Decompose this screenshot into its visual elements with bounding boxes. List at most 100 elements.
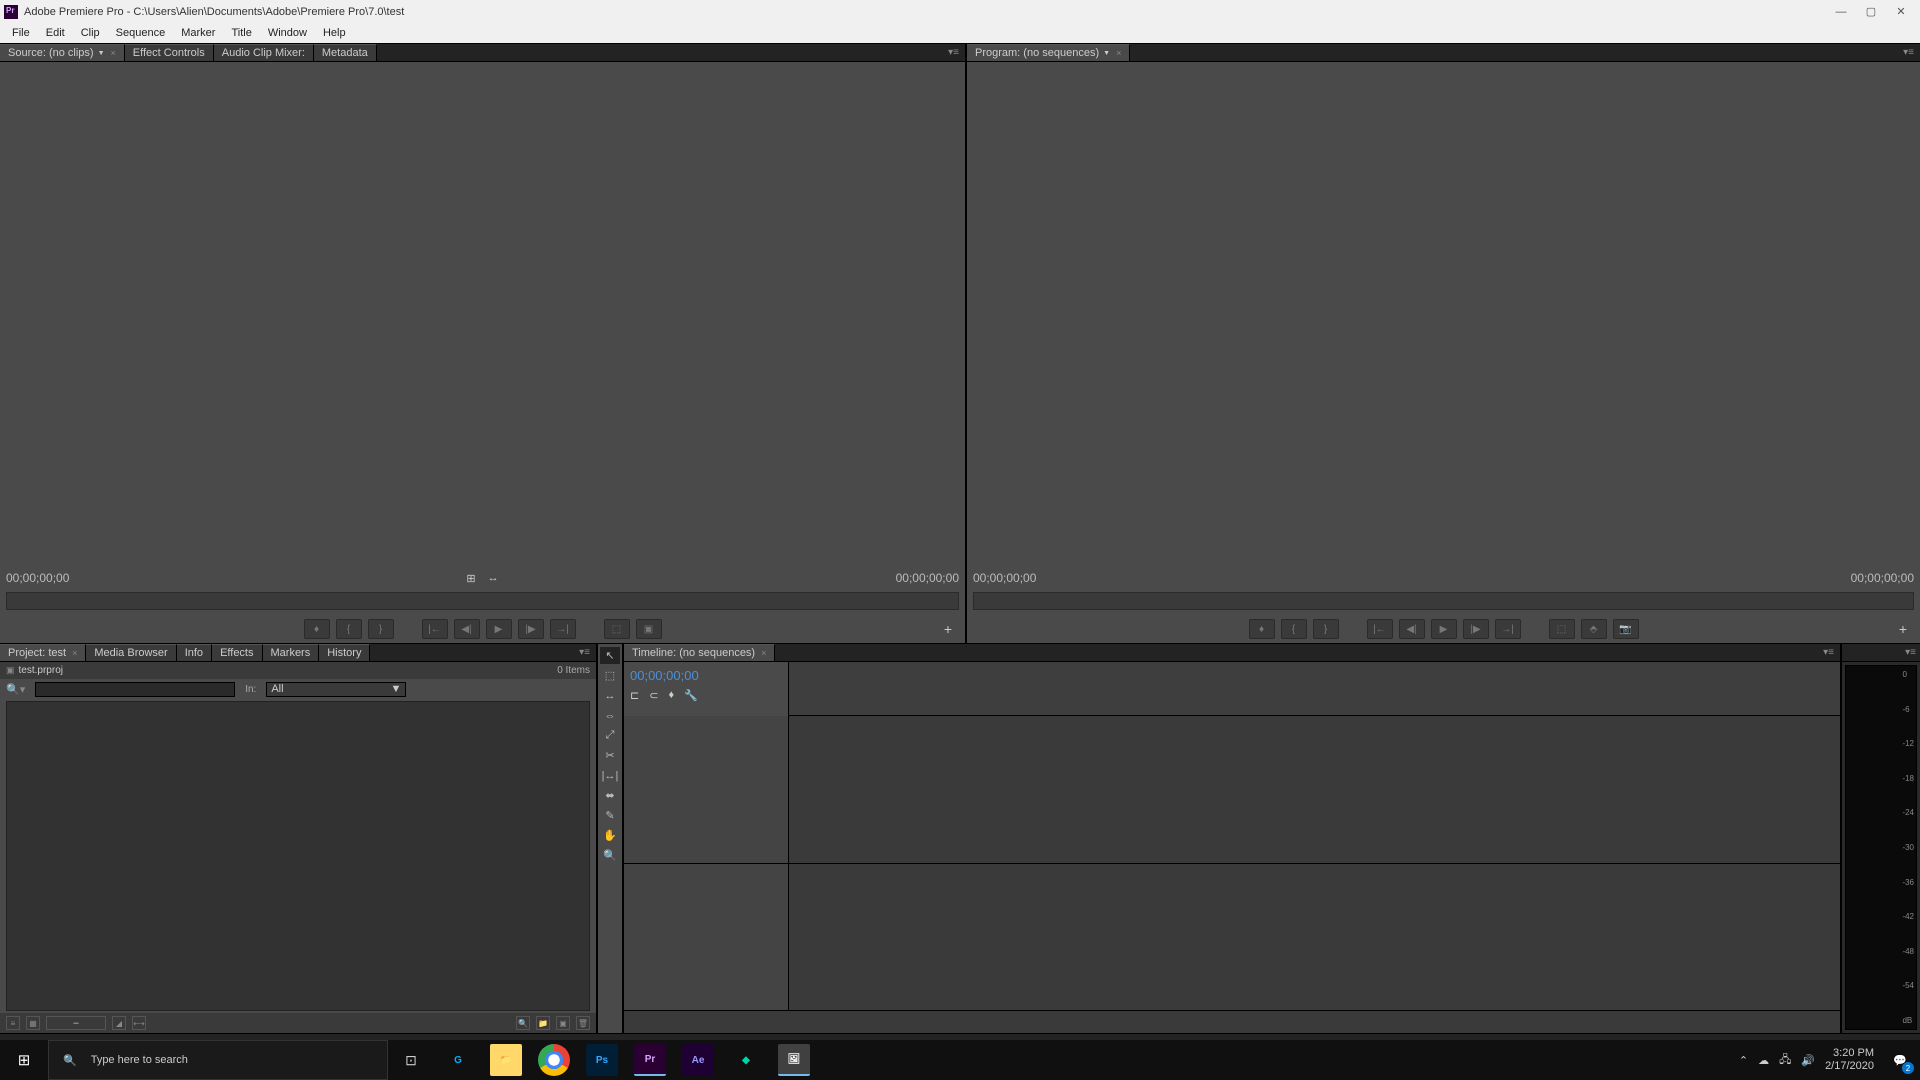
ripple-edit-tool[interactable]: ↔ [600,687,620,704]
program-tc-left[interactable]: 00;00;00;00 [973,571,1036,585]
taskbar-app-premiere[interactable]: Pr [634,1044,666,1076]
tray-network-icon[interactable]: 🖧 [1779,1051,1791,1070]
taskbar-app-chrome[interactable] [538,1044,570,1076]
tab-source[interactable]: Source: (no clips) ▼ × [0,44,125,61]
audio-meter[interactable]: 0 -6 -12 -18 -24 -30 -36 -42 -48 -54 dB [1845,665,1917,1030]
task-view-button[interactable]: ⊡ [400,1040,422,1080]
rate-stretch-tool[interactable]: ⤢ [600,727,620,744]
taskbar-app-aftereffects[interactable]: Ae [682,1044,714,1076]
tab-media-browser[interactable]: Media Browser [86,644,176,661]
project-bin-view[interactable] [6,701,590,1011]
tab-effect-controls[interactable]: Effect Controls [125,44,214,61]
maximize-button[interactable]: ▢ [1856,2,1886,22]
time-ruler[interactable] [789,662,1840,716]
extract-button[interactable]: ⬘ [1581,619,1607,639]
audio-track-header[interactable] [624,864,788,1012]
step-back-button[interactable]: ◀| [1399,619,1425,639]
close-icon[interactable]: × [761,648,766,658]
taskbar-search[interactable]: 🔍 Type here to search [48,1040,388,1080]
zoom-tool[interactable]: 🔍 [600,847,620,864]
goto-in-button[interactable]: |← [1367,619,1393,639]
marker-icon[interactable]: ♦ [668,689,674,702]
program-scrubber[interactable] [967,589,1920,615]
source-scrubber[interactable] [0,589,965,615]
icon-view-button[interactable]: ▦ [26,1016,40,1030]
overwrite-button[interactable]: ▣ [636,619,662,639]
taskbar-app-explorer[interactable]: 📁 [490,1044,522,1076]
tab-audio-clip-mixer[interactable]: Audio Clip Mixer: [214,44,314,61]
panel-menu-icon[interactable]: ▾≡ [573,644,596,661]
slide-tool[interactable]: ⬌ [600,787,620,804]
new-item-button[interactable]: ▣ [556,1016,570,1030]
filter-select[interactable]: All▼ [266,682,406,697]
step-forward-button[interactable]: |▶ [1463,619,1489,639]
menu-window[interactable]: Window [260,25,315,41]
step-forward-button[interactable]: |▶ [518,619,544,639]
goto-out-button[interactable]: →| [1495,619,1521,639]
close-icon[interactable]: × [72,648,77,658]
tab-history[interactable]: History [319,644,370,661]
program-monitor-view[interactable] [967,62,1920,567]
close-icon[interactable]: × [1116,48,1121,58]
zoom-slider[interactable]: ━ [46,1016,106,1030]
tray-onedrive-icon[interactable]: ☁ [1758,1054,1769,1067]
linked-selection-icon[interactable]: ⊂ [649,689,658,702]
list-view-button[interactable]: ≡ [6,1016,20,1030]
tab-program[interactable]: Program: (no sequences) ▼ × [967,44,1130,61]
source-monitor-view[interactable] [0,62,965,567]
tray-clock[interactable]: 3:20 PM 2/17/2020 [1825,1047,1874,1073]
mark-out-button[interactable]: } [368,619,394,639]
menu-title[interactable]: Title [223,25,259,41]
snap-icon[interactable]: ⊏ [630,689,639,702]
lift-button[interactable]: ⬚ [1549,619,1575,639]
hand-tool[interactable]: ✋ [600,827,620,844]
automate-icon[interactable]: ⟷ [132,1016,146,1030]
tab-markers[interactable]: Markers [263,644,320,661]
audio-track[interactable] [789,864,1840,1012]
timeline-scrollbar[interactable] [624,1011,1840,1033]
fit-icon[interactable]: ⊞ [466,572,475,585]
tab-effects[interactable]: Effects [212,644,262,661]
slip-tool[interactable]: |↔| [600,767,620,784]
mark-out-button[interactable]: } [1313,619,1339,639]
insert-button[interactable]: ⬚ [604,619,630,639]
minimize-button[interactable]: — [1826,2,1856,22]
action-center-button[interactable]: 💬2 [1884,1040,1916,1080]
chevron-down-icon[interactable]: ▼ [98,50,105,57]
menu-marker[interactable]: Marker [173,25,223,41]
tab-metadata[interactable]: Metadata [314,44,377,61]
find-button[interactable]: 🔍 [516,1016,530,1030]
mark-in-button[interactable]: { [336,619,362,639]
taskbar-app-photoshop[interactable]: Ps [586,1044,618,1076]
rolling-edit-tool[interactable]: ⇔ [600,707,620,724]
panel-menu-icon[interactable]: ▾≡ [942,44,965,61]
search-input[interactable] [35,682,235,697]
taskbar-app-logitech[interactable]: G [442,1044,474,1076]
mark-in-button[interactable]: { [1281,619,1307,639]
goto-out-button[interactable]: →| [550,619,576,639]
menu-help[interactable]: Help [315,25,354,41]
add-marker-button[interactable]: ♦ [1249,619,1275,639]
close-icon[interactable]: × [111,48,116,58]
menu-file[interactable]: File [4,25,38,41]
add-marker-button[interactable]: ♦ [304,619,330,639]
tab-info[interactable]: Info [177,644,212,661]
button-editor-icon[interactable]: + [1894,620,1912,638]
selection-tool[interactable]: ↖ [600,647,620,664]
resolution-icon[interactable]: ↔ [488,572,499,585]
export-frame-button[interactable]: 📷 [1613,619,1639,639]
settings-icon[interactable]: 🔧 [684,689,698,702]
razor-tool[interactable]: ✂ [600,747,620,764]
close-button[interactable]: ✕ [1886,2,1916,22]
tab-project[interactable]: Project: test× [0,644,86,661]
timeline-timecode[interactable]: 00;00;00;00 [630,668,782,683]
panel-menu-icon[interactable]: ▾≡ [1897,44,1920,61]
search-icon[interactable]: 🔍▾ [6,683,25,696]
tab-timeline[interactable]: Timeline: (no sequences)× [624,644,775,661]
menu-sequence[interactable]: Sequence [108,25,174,41]
start-button[interactable]: ⊞ [0,1040,48,1080]
step-back-button[interactable]: ◀| [454,619,480,639]
play-button[interactable]: ▶ [486,619,512,639]
taskbar-app-photos[interactable]: 🖼 [778,1044,810,1076]
pen-tool[interactable]: ✎ [600,807,620,824]
